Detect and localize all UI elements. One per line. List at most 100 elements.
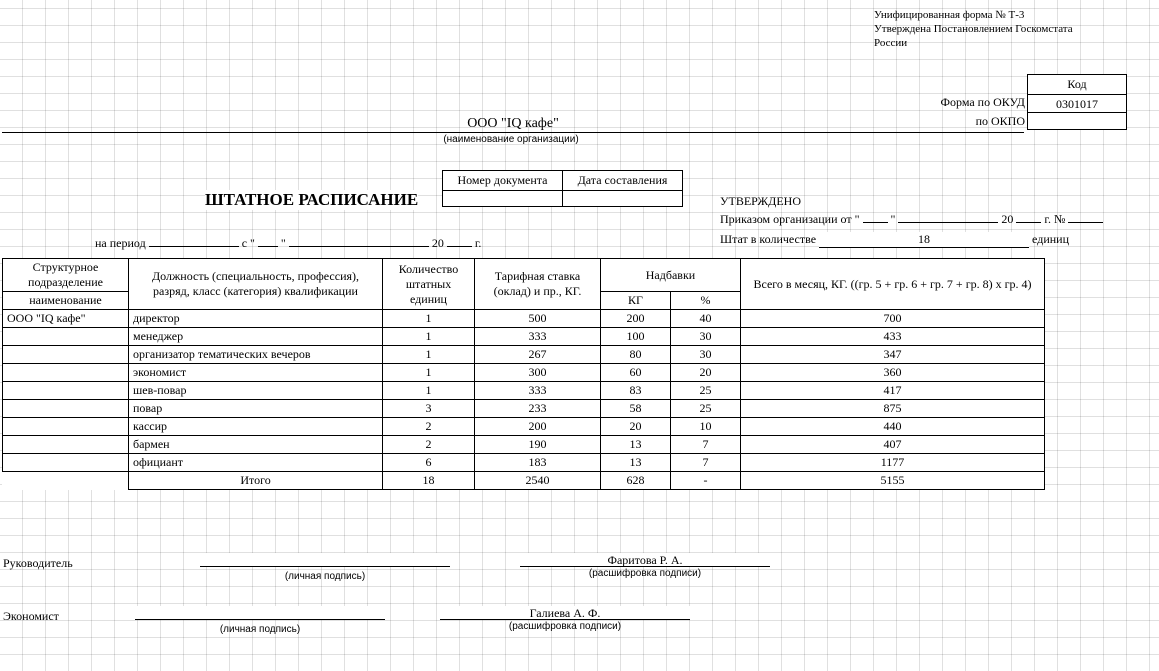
cell-subdiv bbox=[3, 454, 129, 472]
cell-units: 2 bbox=[383, 418, 475, 436]
cell-position: организатор тематических вечеров bbox=[129, 346, 383, 364]
col-allow-kg: КГ bbox=[601, 292, 671, 310]
cell-kg: 100 bbox=[601, 328, 671, 346]
cell-position: директор bbox=[129, 310, 383, 328]
form-note-line2: Утверждена Постановлением Госкомстата bbox=[874, 22, 1134, 36]
col-subdiv: Структурное подразделение bbox=[3, 259, 129, 292]
cell-rate: 183 bbox=[475, 454, 601, 472]
order-year-suffix: г. № bbox=[1044, 212, 1065, 226]
docdate-header: Дата составления bbox=[563, 171, 683, 191]
staffing-table: Структурное подразделение Должность (спе… bbox=[2, 258, 1045, 490]
cell-subdiv bbox=[3, 400, 129, 418]
period-year-prefix: 20 bbox=[432, 236, 444, 250]
staff-label: Штат в количестве bbox=[720, 232, 816, 246]
col-subdiv-name: наименование bbox=[3, 292, 129, 310]
table-row: повар32335825875 bbox=[3, 400, 1045, 418]
cell-pct: 40 bbox=[671, 310, 741, 328]
cell-subdiv bbox=[3, 328, 129, 346]
cell-kg: 13 bbox=[601, 436, 671, 454]
cell-units: 3 bbox=[383, 400, 475, 418]
period-from-close: " bbox=[281, 236, 286, 250]
approved-caption: УТВЕРЖДЕНО bbox=[720, 194, 801, 209]
organization-caption: (наименование организации) bbox=[0, 134, 1022, 145]
head-signature-line bbox=[200, 553, 450, 567]
cell-rate: 233 bbox=[475, 400, 601, 418]
cell-pct: 25 bbox=[671, 382, 741, 400]
economist-signature-caption: (личная подпись) bbox=[135, 624, 385, 635]
period-label: на период bbox=[95, 236, 146, 250]
col-position: Должность (специальность, профессия), ра… bbox=[129, 259, 383, 310]
cell-pct: 7 bbox=[671, 436, 741, 454]
docnum-value bbox=[443, 191, 563, 207]
cell-kg: 13 bbox=[601, 454, 671, 472]
period-year-suffix: г. bbox=[475, 236, 482, 250]
head-decode-caption: (расшифровка подписи) bbox=[520, 568, 770, 579]
table-row: организатор тематических вечеров12678030… bbox=[3, 346, 1045, 364]
table-row: кассир22002010440 bbox=[3, 418, 1045, 436]
economist-name: Галиева А. Ф. bbox=[440, 606, 690, 620]
cell-pct: 7 bbox=[671, 454, 741, 472]
okpo-value bbox=[1027, 112, 1127, 130]
cell-units: 1 bbox=[383, 346, 475, 364]
col-allowances: Надбавки bbox=[601, 259, 741, 292]
cell-position: менеджер bbox=[129, 328, 383, 346]
organization-name: ООО "IQ кафе" bbox=[2, 116, 1024, 133]
cell-total: 700 bbox=[741, 310, 1045, 328]
totals-pct: - bbox=[671, 472, 741, 490]
form-note-line1: Унифицированная форма № Т-3 bbox=[874, 8, 1134, 22]
table-row: экономист13006020360 bbox=[3, 364, 1045, 382]
cell-rate: 333 bbox=[475, 382, 601, 400]
period-from-open: с " bbox=[242, 236, 255, 250]
cell-kg: 58 bbox=[601, 400, 671, 418]
head-name: Фаритова Р. А. bbox=[520, 553, 770, 567]
table-row: бармен2190137407 bbox=[3, 436, 1045, 454]
order-mid: " bbox=[891, 212, 896, 226]
cell-position: шев-повар bbox=[129, 382, 383, 400]
totals-rate: 2540 bbox=[475, 472, 601, 490]
totals-label: Итого bbox=[129, 472, 383, 490]
code-header: Код bbox=[1028, 75, 1126, 95]
order-prefix: Приказом организации от " bbox=[720, 212, 860, 226]
docnum-header: Номер документа bbox=[443, 171, 563, 191]
cell-total: 347 bbox=[741, 346, 1045, 364]
cell-position: повар bbox=[129, 400, 383, 418]
cell-position: официант bbox=[129, 454, 383, 472]
cell-pct: 20 bbox=[671, 364, 741, 382]
cell-pct: 30 bbox=[671, 346, 741, 364]
order-year-prefix: 20 bbox=[1001, 212, 1013, 226]
economist-decode-caption: (расшифровка подписи) bbox=[440, 621, 690, 632]
document-title: ШТАТНОЕ РАСПИСАНИЕ bbox=[205, 190, 418, 210]
col-allow-pct: % bbox=[671, 292, 741, 310]
cell-position: бармен bbox=[129, 436, 383, 454]
cell-position: кассир bbox=[129, 418, 383, 436]
staff-units: единиц bbox=[1032, 232, 1069, 246]
docdate-value bbox=[563, 191, 683, 207]
totals-total: 5155 bbox=[741, 472, 1045, 490]
cell-units: 1 bbox=[383, 364, 475, 382]
col-rate: Тарифная ставка (оклад) и пр., КГ. bbox=[475, 259, 601, 310]
okud-label: Форма по ОКУД bbox=[905, 95, 1025, 110]
code-box: Код 0301017 bbox=[1027, 74, 1127, 114]
form-note: Унифицированная форма № Т-3 Утверждена П… bbox=[874, 8, 1134, 50]
okud-value: 0301017 bbox=[1028, 95, 1126, 113]
table-row: шев-повар13338325417 bbox=[3, 382, 1045, 400]
cell-subdiv: ООО "IQ кафе" bbox=[3, 310, 129, 328]
cell-rate: 200 bbox=[475, 418, 601, 436]
cell-subdiv bbox=[3, 436, 129, 454]
document-meta-table: Номер документа Дата составления bbox=[442, 170, 683, 207]
cell-pct: 30 bbox=[671, 328, 741, 346]
table-row: менеджер133310030433 bbox=[3, 328, 1045, 346]
cell-units: 1 bbox=[383, 382, 475, 400]
economist-signature-line bbox=[135, 606, 385, 620]
totals-units: 18 bbox=[383, 472, 475, 490]
cell-total: 440 bbox=[741, 418, 1045, 436]
cell-units: 6 bbox=[383, 454, 475, 472]
table-row: ООО "IQ кафе"директор150020040700 bbox=[3, 310, 1045, 328]
cell-subdiv bbox=[3, 418, 129, 436]
cell-subdiv bbox=[3, 364, 129, 382]
cell-kg: 83 bbox=[601, 382, 671, 400]
cell-kg: 200 bbox=[601, 310, 671, 328]
period-line: на период с " " 20 г. bbox=[95, 236, 481, 251]
cell-pct: 10 bbox=[671, 418, 741, 436]
cell-units: 2 bbox=[383, 436, 475, 454]
